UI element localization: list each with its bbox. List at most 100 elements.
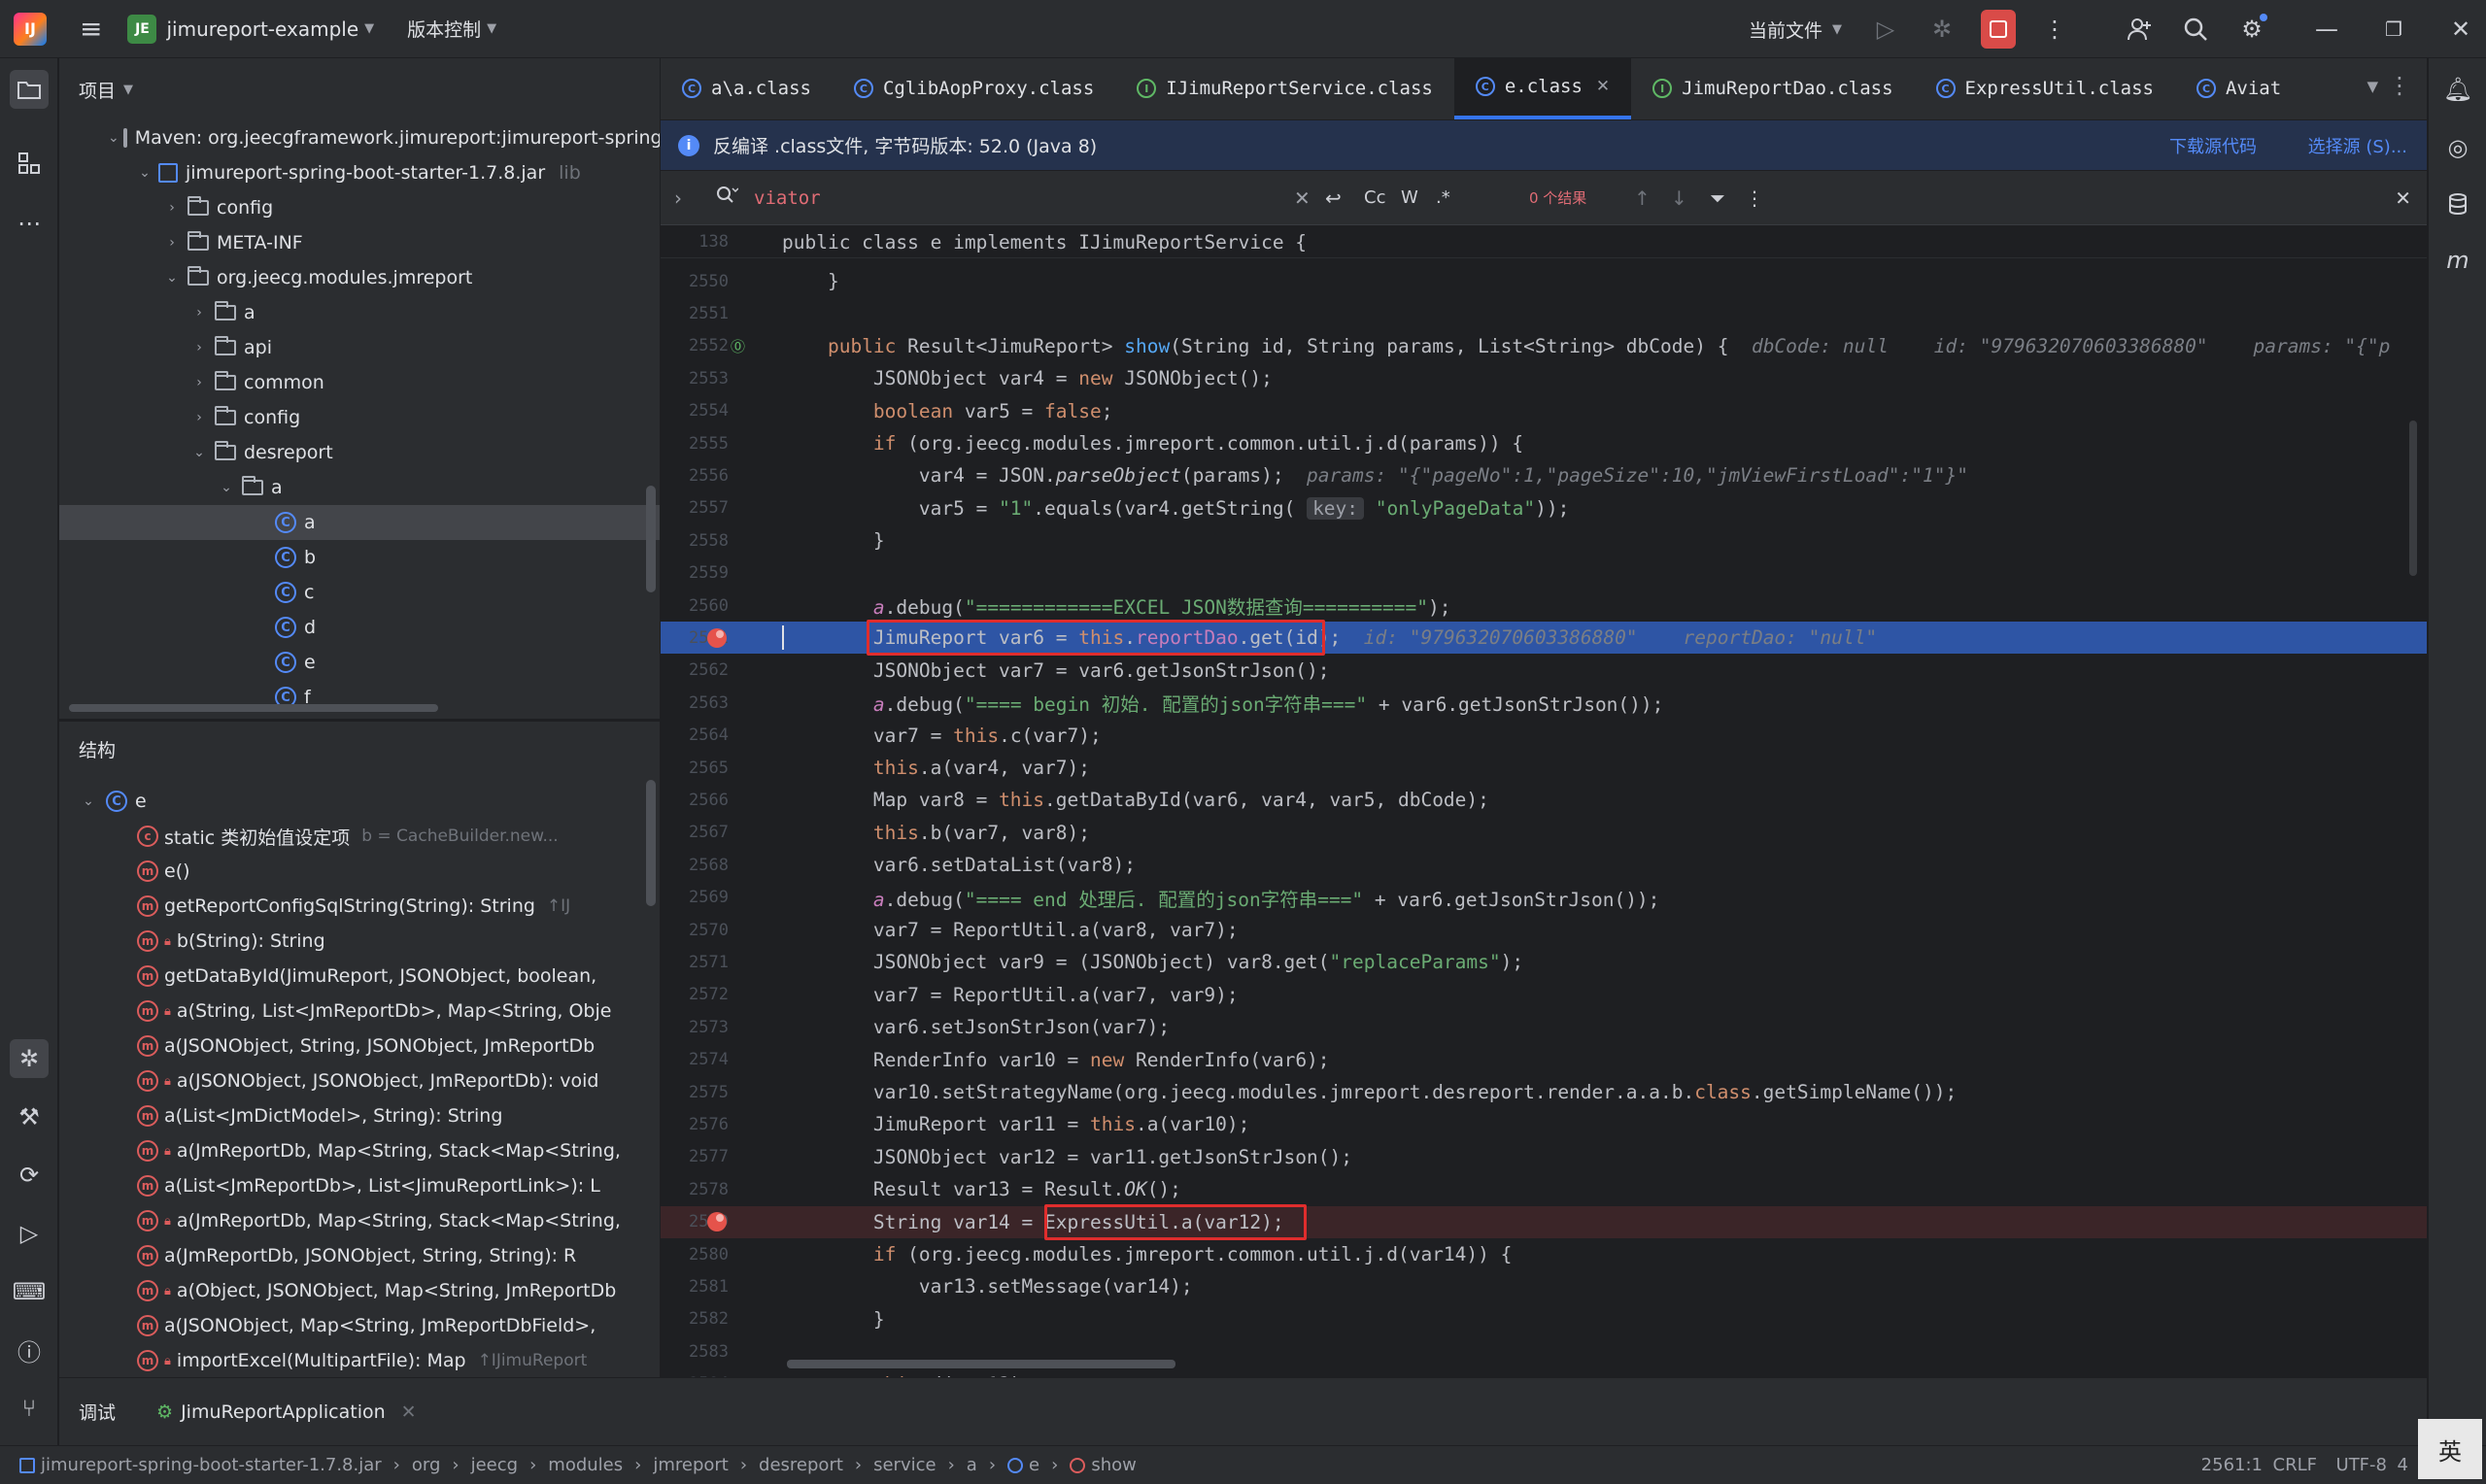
breadcrumb-item[interactable]: modules bbox=[548, 1455, 623, 1475]
line-number[interactable]: 2566 bbox=[661, 791, 729, 810]
tree-item-class-e[interactable]: Ce bbox=[59, 645, 660, 680]
editor-tab[interactable]: C Aviat bbox=[2175, 57, 2302, 119]
line-number[interactable]: 2563 bbox=[661, 693, 729, 713]
code-line[interactable]: 2575 var10.setStrategyName(org.jeecg.mod… bbox=[661, 1076, 2427, 1108]
chevron-right-icon[interactable]: › bbox=[674, 186, 682, 210]
minimize-icon[interactable]: — bbox=[2309, 12, 2344, 47]
vertical-scrollbar[interactable] bbox=[2409, 421, 2417, 576]
tree-item-class-b[interactable]: Cb bbox=[59, 540, 660, 575]
structure-item[interactable]: m getDataById(JimuReport, JSONObject, boo… bbox=[59, 959, 660, 994]
tree-item-desreport-a[interactable]: ⌄ a bbox=[59, 470, 660, 505]
problems-icon[interactable]: ⓘ bbox=[10, 1331, 49, 1369]
code-editor[interactable]: 138 public class e implements IJimuRepor… bbox=[661, 226, 2427, 1377]
implements-gutter-icon[interactable]: ⓪ bbox=[731, 336, 745, 356]
tree-item-class-d[interactable]: Cd bbox=[59, 610, 660, 645]
tree-item-jar[interactable]: ⌄ jimureport-spring-boot-starter-1.7.8.ja… bbox=[59, 155, 660, 190]
structure-item[interactable]: m 🔒︎ a(String, List<JmReportDb>, Map<Strin… bbox=[59, 994, 660, 1029]
close-tab-icon[interactable]: ✕ bbox=[1596, 77, 1610, 96]
code-line[interactable]: 2556 var4 = JSON.parseObject(params); pa… bbox=[661, 459, 2427, 491]
tree-item-config[interactable]: › config bbox=[59, 190, 660, 225]
breadcrumb-item[interactable]: jmreport bbox=[653, 1455, 729, 1475]
code-line[interactable]: 2567 this.b(var7, var8); bbox=[661, 817, 2427, 849]
vertical-scrollbar[interactable] bbox=[646, 486, 656, 592]
git-icon[interactable]: ⑂ bbox=[10, 1389, 49, 1428]
debug-label[interactable]: 调试 bbox=[79, 1399, 116, 1425]
tree-item-package[interactable]: ⌄ org.jeecg.modules.jmreport bbox=[59, 260, 660, 295]
code-line[interactable]: 2552 ⓪ public Result<JimuReport> show(Str… bbox=[661, 330, 2427, 362]
more-icon[interactable]: ⋮ bbox=[2037, 12, 2072, 47]
structure-item[interactable]: m e() bbox=[59, 854, 660, 889]
chevron-right-icon[interactable]: › bbox=[162, 235, 182, 251]
line-number[interactable]: 2556 bbox=[661, 466, 729, 486]
project-folder-icon[interactable] bbox=[10, 70, 49, 109]
line-number[interactable]: 2582 bbox=[661, 1309, 729, 1329]
chevron-down-icon[interactable]: ⌄ bbox=[217, 480, 236, 495]
tree-item-meta-inf[interactable]: › META-INF bbox=[59, 225, 660, 260]
chevron-down-icon[interactable]: ▼ bbox=[364, 21, 374, 36]
line-number[interactable]: 2572 bbox=[661, 985, 729, 1004]
code-line[interactable]: 2551 bbox=[661, 297, 2427, 329]
code-line[interactable]: 2572 var7 = ReportUtil.a(var7, var9); bbox=[661, 979, 2427, 1011]
chevron-right-icon[interactable]: › bbox=[189, 305, 209, 320]
breadcrumb-item[interactable]: jimureport-spring-boot-starter-1.7.8.jar bbox=[41, 1455, 382, 1475]
horizontal-scrollbar[interactable] bbox=[787, 1360, 1175, 1368]
chevron-right-icon[interactable]: › bbox=[162, 200, 182, 216]
breadcrumb-item[interactable]: e bbox=[1029, 1455, 1039, 1475]
ime-indicator[interactable]: 英 bbox=[2418, 1419, 2482, 1479]
services-icon[interactable]: ⟳ bbox=[10, 1156, 49, 1195]
debug-session-tab[interactable]: JimuReportApplication bbox=[181, 1401, 386, 1423]
find-more-icon[interactable]: ⋮ bbox=[1745, 186, 1764, 210]
chevron-down-icon[interactable]: ⌄ bbox=[189, 445, 209, 460]
line-number[interactable]: 2575 bbox=[661, 1083, 729, 1102]
line-number[interactable]: 2559 bbox=[661, 563, 729, 583]
notifications-icon[interactable]: 🔔︎ bbox=[2438, 70, 2477, 109]
code-line[interactable]: 2566 Map var8 = this.getDataById(var6, v… bbox=[661, 784, 2427, 816]
cursor-position[interactable]: 2561:1 bbox=[2201, 1455, 2263, 1475]
run-icon[interactable]: ▷ bbox=[1868, 12, 1903, 47]
code-line[interactable]: 2564 var7 = this.c(var7); bbox=[661, 720, 2427, 752]
tree-item-a[interactable]: › a bbox=[59, 295, 660, 330]
chevron-down-icon[interactable]: ⌄ bbox=[108, 130, 119, 146]
editor-tab[interactable]: I IJimuReportService.class bbox=[1115, 57, 1454, 119]
code-line[interactable]: 2559 bbox=[661, 557, 2427, 590]
line-number[interactable]: 2578 bbox=[661, 1180, 729, 1199]
structure-item[interactable]: m 🔒︎ b(String): String bbox=[59, 924, 660, 959]
code-line[interactable]: 2550 } bbox=[661, 265, 2427, 297]
code-line[interactable]: 2563 a.debug("==== begin 初始. 配置的json字符串=… bbox=[661, 687, 2427, 719]
line-number[interactable]: 2576 bbox=[661, 1115, 729, 1134]
structure-item[interactable]: m a(JmReportDb, JSONObject, String, Strin… bbox=[59, 1238, 660, 1273]
editor-tab[interactable]: C CglibAopProxy.class bbox=[833, 57, 1115, 119]
vertical-scrollbar[interactable] bbox=[646, 780, 656, 906]
code-line[interactable]: 2562 JSONObject var7 = var6.getJsonStrJs… bbox=[661, 655, 2427, 687]
line-number[interactable]: 2567 bbox=[661, 823, 729, 842]
line-number[interactable]: 2565 bbox=[661, 759, 729, 778]
add-user-icon[interactable] bbox=[2122, 12, 2157, 47]
restore-icon[interactable]: ❐ bbox=[2376, 12, 2411, 47]
breadcrumb-item[interactable]: org bbox=[412, 1455, 441, 1475]
code-line[interactable]: 2558 } bbox=[661, 524, 2427, 556]
line-number[interactable]: 2562 bbox=[661, 660, 729, 680]
breadcrumb-item[interactable]: a bbox=[967, 1455, 977, 1475]
tree-item-desreport[interactable]: ⌄ desreport bbox=[59, 435, 660, 470]
indent-setting[interactable]: 4 bbox=[2398, 1455, 2408, 1475]
settings-gear-icon[interactable]: ⚙ bbox=[2234, 12, 2269, 47]
code-line[interactable]: 2581 var13.setMessage(var14); bbox=[661, 1270, 2427, 1302]
structure-item[interactable]: m a(JSONObject, String, JSONObject, JmRep… bbox=[59, 1029, 660, 1063]
download-source-link[interactable]: 下载源代码 bbox=[2169, 133, 2257, 158]
structure-root[interactable]: ⌄ Ce bbox=[59, 784, 660, 819]
regex-icon[interactable]: .* bbox=[1436, 187, 1450, 208]
maven-icon[interactable]: m bbox=[2438, 241, 2477, 280]
line-separator[interactable]: CRLF bbox=[2273, 1455, 2317, 1475]
line-number[interactable]: 2558 bbox=[661, 531, 729, 551]
structure-item[interactable]: m a(List<JmDictModel>, String): String bbox=[59, 1098, 660, 1133]
line-number[interactable]: 2554 bbox=[661, 401, 729, 421]
code-line[interactable]: 2569 a.debug("==== end 处理后. 配置的json字符串==… bbox=[661, 882, 2427, 914]
line-number[interactable]: 2570 bbox=[661, 921, 729, 940]
main-menu-icon[interactable]: ≡ bbox=[80, 13, 102, 45]
line-number[interactable]: 2581 bbox=[661, 1277, 729, 1297]
chevron-right-icon[interactable]: › bbox=[189, 410, 209, 425]
code-line[interactable]: 2570 var7 = ReportUtil.a(var8, var7); bbox=[661, 914, 2427, 946]
debug-icon[interactable]: ✲ bbox=[1924, 12, 1959, 47]
match-case-icon[interactable]: Cc bbox=[1364, 187, 1385, 208]
chevron-down-icon[interactable]: ▼ bbox=[123, 83, 133, 97]
